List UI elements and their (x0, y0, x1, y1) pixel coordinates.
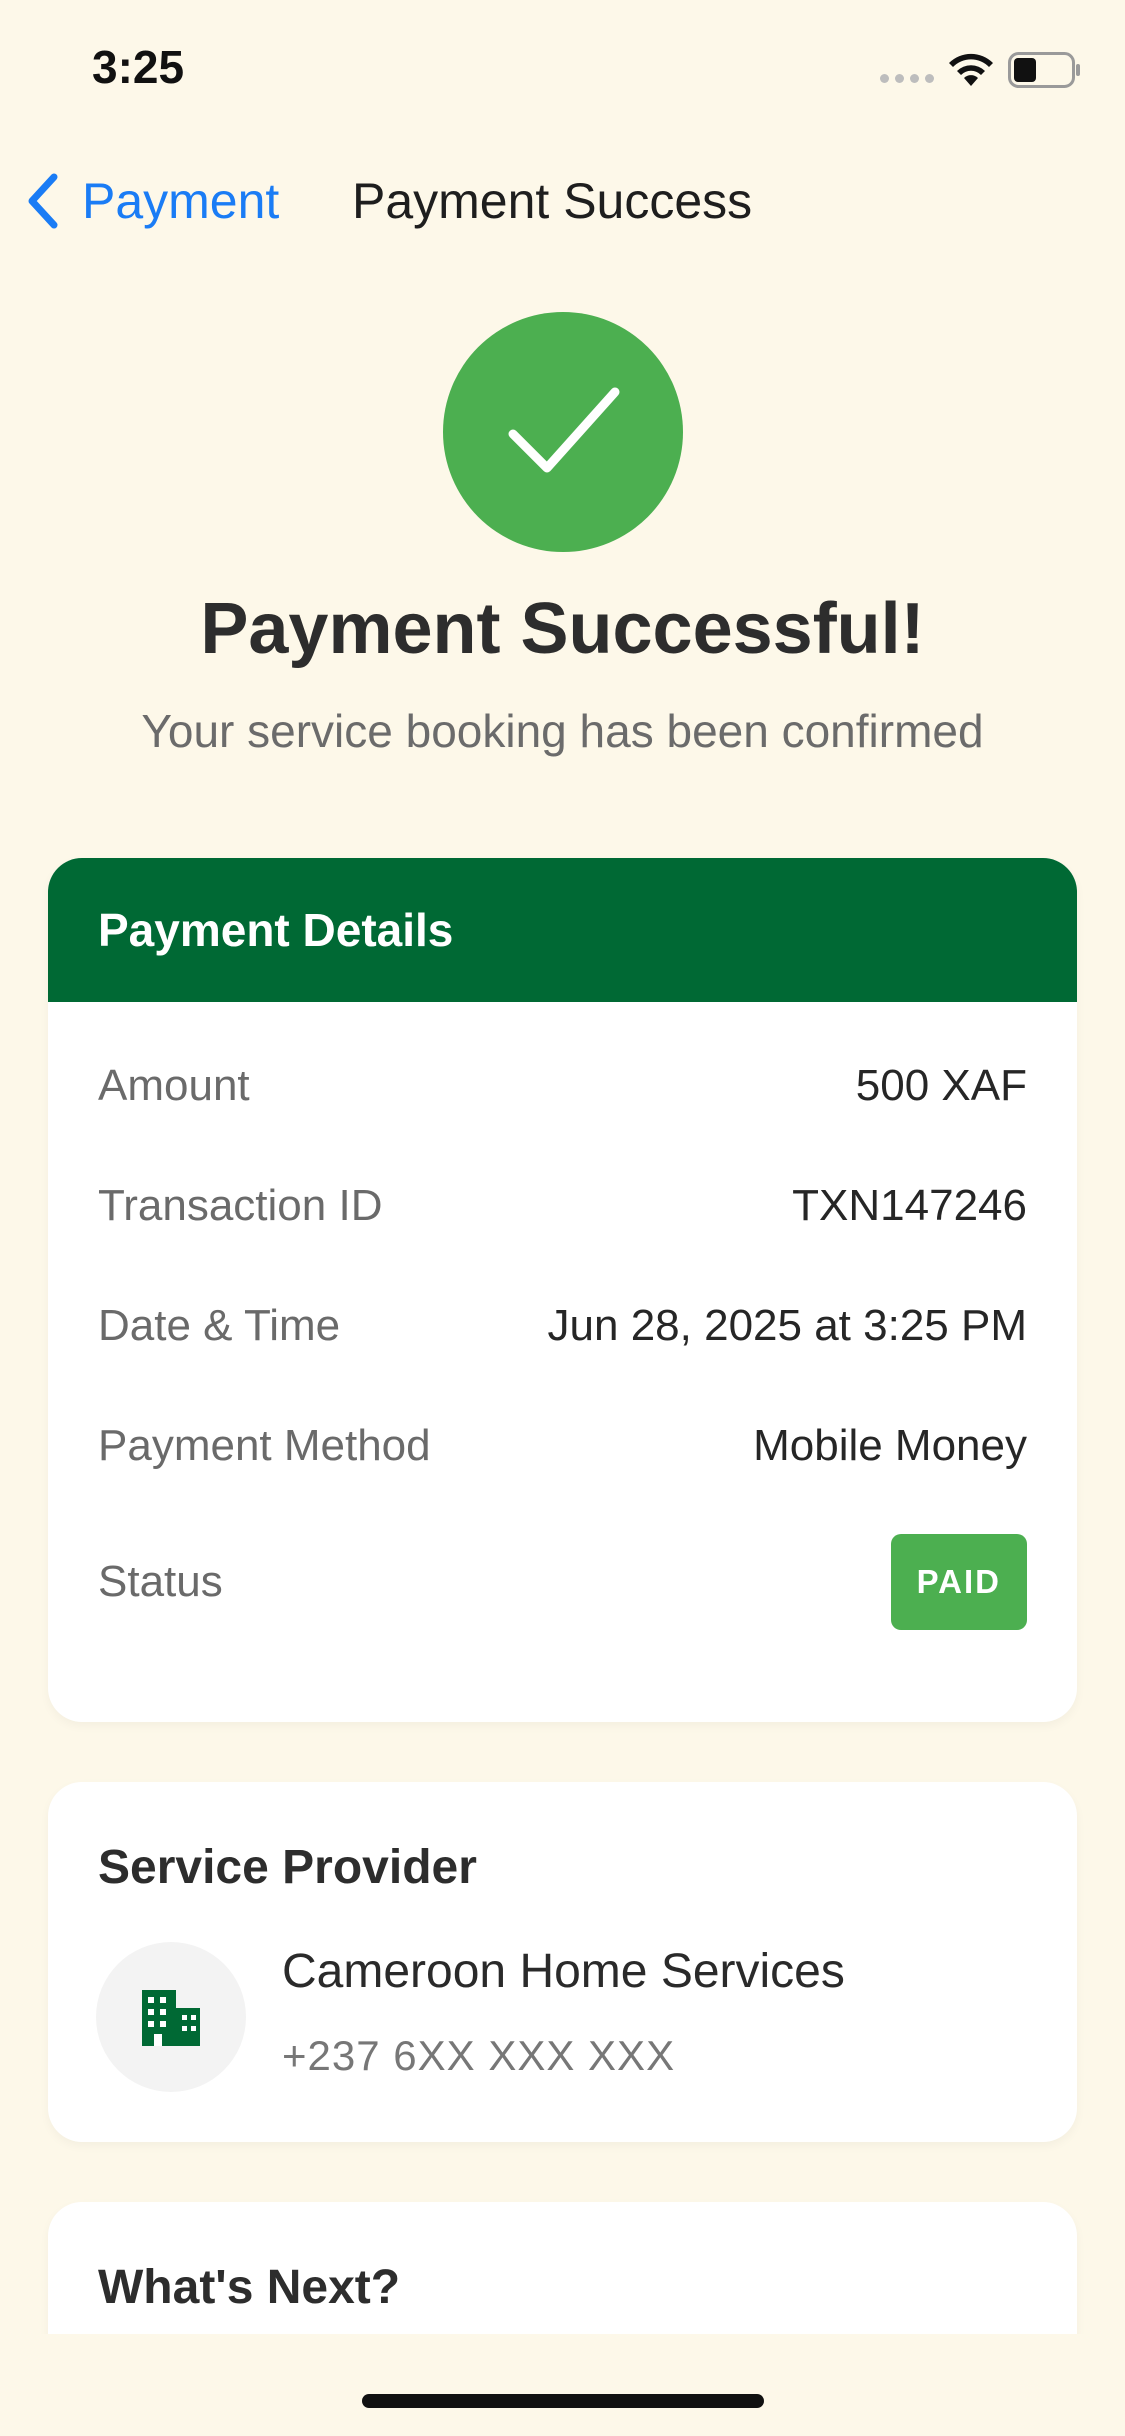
detail-value: TXN147246 (792, 1181, 1027, 1230)
detail-value: 500 XAF (855, 1061, 1027, 1110)
checkmark-icon (508, 387, 620, 473)
navigation-bar: Payment Payment Success (0, 140, 1125, 260)
status-time: 3:25 (92, 41, 185, 93)
payment-details-title: Payment Details (98, 904, 454, 956)
status-bar: 3:25 (0, 0, 1125, 140)
detail-row-payment-method: Payment Method Mobile Money (98, 1411, 1027, 1481)
chevron-left-icon (28, 173, 58, 229)
payment-details-header: Payment Details (48, 858, 1077, 1002)
detail-label: Status (98, 1557, 223, 1606)
detail-row-date-time: Date & Time Jun 28, 2025 at 3:25 PM (98, 1291, 1027, 1361)
detail-label: Date & Time (98, 1301, 341, 1350)
detail-value: Mobile Money (753, 1421, 1027, 1470)
provider-name: Cameroon Home Services (282, 1945, 845, 1998)
detail-label: Amount (98, 1061, 250, 1110)
payment-details-card: Payment Details Amount 500 XAF Transacti… (48, 858, 1077, 1722)
home-indicator[interactable] (362, 2394, 764, 2408)
back-button-label: Payment (82, 173, 280, 229)
detail-row-transaction-id: Transaction ID TXN147246 (98, 1171, 1027, 1241)
battery-icon (1008, 52, 1080, 88)
success-title: Payment Successful! (200, 589, 925, 669)
service-provider-card: Service Provider Cameroon Home Services … (48, 1782, 1077, 2142)
page-title: Payment Success (352, 173, 753, 229)
detail-label: Payment Method (98, 1421, 431, 1470)
success-subtitle: Your service booking has been confirmed (141, 705, 984, 757)
status-badge: PAID (890, 1534, 1027, 1630)
provider-avatar (96, 1942, 246, 2092)
wifi-icon (949, 53, 993, 86)
building-icon (142, 1990, 200, 2046)
service-provider-heading: Service Provider (98, 1841, 477, 1894)
whats-next-heading: What's Next? (98, 2261, 401, 2314)
payment-success-screen: 3:25 Payment Payment Success Payment Suc… (0, 0, 1125, 2436)
detail-label: Transaction ID (98, 1181, 383, 1230)
detail-row-amount: Amount 500 XAF (98, 1051, 1027, 1121)
detail-value: Jun 28, 2025 at 3:25 PM (547, 1301, 1027, 1350)
detail-row-status: Status PAID (98, 1534, 1027, 1630)
back-button[interactable]: Payment (24, 166, 279, 236)
bottom-safe-area (0, 2334, 1125, 2436)
signal-dots-icon (880, 74, 934, 83)
success-badge (443, 312, 683, 552)
provider-phone: +237 6XX XXX XXX (282, 2032, 676, 2079)
